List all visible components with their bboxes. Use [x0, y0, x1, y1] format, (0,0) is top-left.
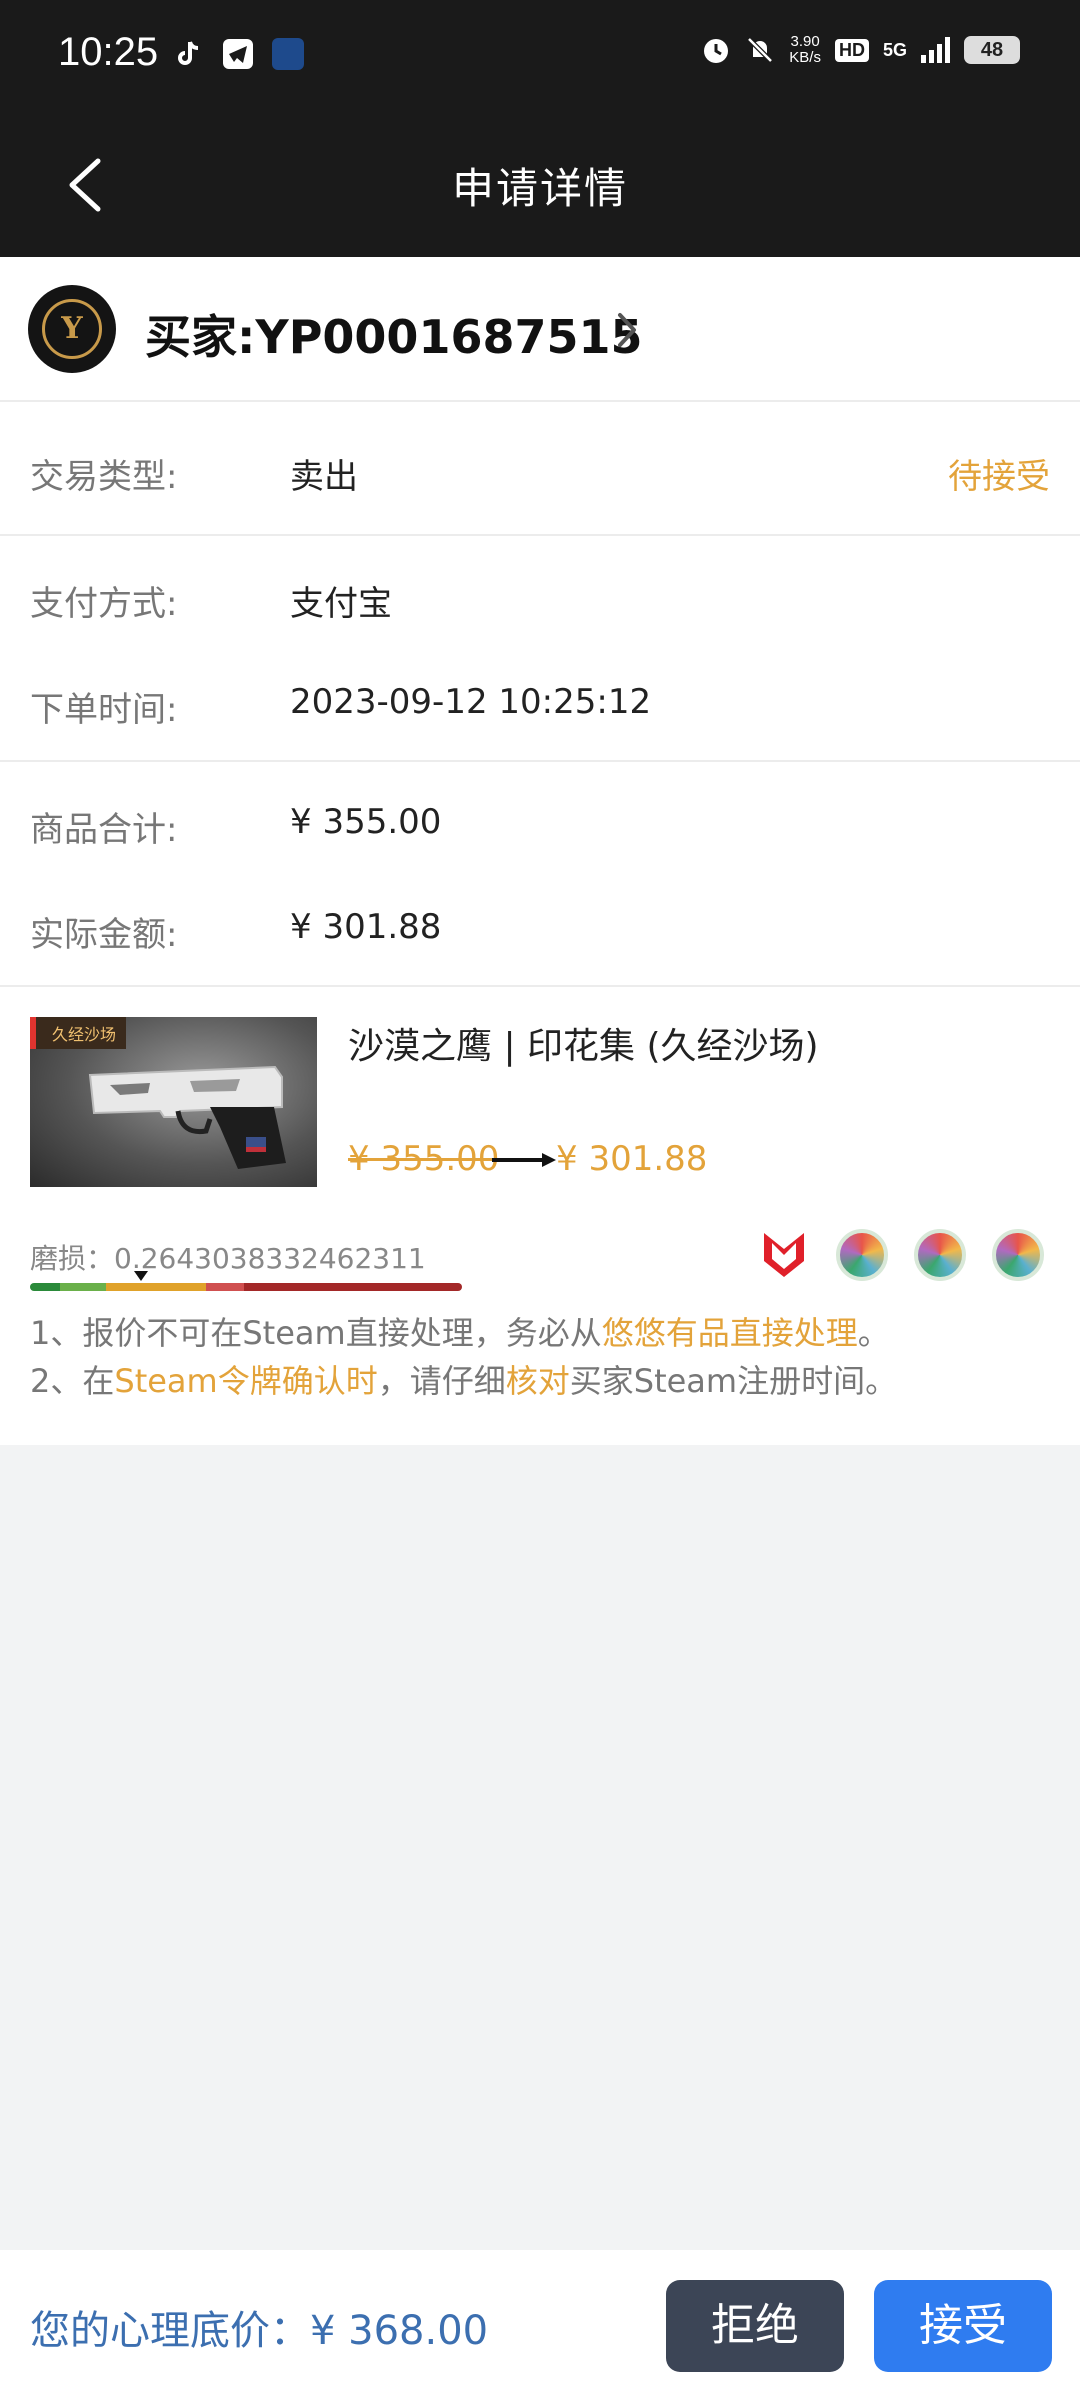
product-name: 沙漠之鹰 | 印花集 (久经沙场): [348, 1026, 819, 1067]
total-label: 商品合计:: [30, 810, 178, 850]
detail-content: Y 买家:YP0001687515 交易类型: 卖出 待接受 支付方式: 支付宝…: [0, 257, 1080, 1445]
net-speed: 3.90 KB/s: [789, 33, 821, 66]
total-row: 商品合计: ¥ 355.00: [0, 792, 1080, 852]
status-left-icons: [172, 38, 304, 70]
status-badge: 待接受: [948, 457, 1050, 497]
app-header: 申请详情: [0, 115, 1080, 257]
notice-text-part: 。: [857, 1314, 890, 1352]
floor-price[interactable]: 您的心理底价：¥ 368.00: [30, 2298, 488, 2356]
actual-amount-row: 实际金额: ¥ 301.88: [0, 897, 1080, 957]
offer-price: ¥ 301.88: [556, 1139, 708, 1179]
telegram-icon: [223, 39, 253, 69]
actual-amount-value: ¥ 301.88: [290, 907, 442, 947]
youpin-link[interactable]: 悠悠有品直接处理: [602, 1314, 858, 1352]
notice-text-part: 2、在: [30, 1362, 115, 1400]
product-card[interactable]: 久经沙场 沙漠之鹰 | 印花集 (久经沙场) ¥ 355.00 ¥ 301.88…: [0, 987, 1080, 1445]
wear-segment-bs: [244, 1283, 462, 1291]
trade-type-label: 交易类型:: [30, 457, 178, 497]
payment-method-row: 支付方式: 支付宝: [0, 566, 1080, 626]
wear-segment-ww: [206, 1283, 244, 1291]
order-time-row: 下单时间: 2023-09-12 10:25:12: [0, 672, 1080, 732]
status-time: 10:25: [58, 30, 159, 74]
wear-segment-mw: [60, 1283, 106, 1291]
status-bar: 10:25 3.90 KB/s HD 5G 48: [0, 0, 1080, 115]
buyer-id: 买家:YP0001687515: [145, 310, 643, 364]
payment-method-value: 支付宝: [290, 584, 392, 624]
wear-marker: [134, 1271, 148, 1281]
battery-icon: 48: [964, 36, 1020, 64]
sticker-capsule-icon[interactable]: [992, 1229, 1044, 1281]
sticker-list: [758, 1229, 1044, 1281]
page-title: 申请详情: [451, 164, 628, 213]
payment-method-label: 支付方式:: [30, 584, 178, 624]
wear-value: 磨损：0.2643038332462311: [30, 1242, 426, 1275]
order-time-label: 下单时间:: [30, 690, 178, 730]
actual-amount-label: 实际金额:: [30, 915, 178, 955]
wear-segment-fn: [30, 1283, 60, 1291]
china-daily-icon: [272, 38, 304, 70]
buyer-row[interactable]: Y 买家:YP0001687515: [0, 257, 1080, 402]
notice-line-1: 1、报价不可在Steam直接处理，务必从悠悠有品直接处理。: [30, 1309, 897, 1357]
product-image: 久经沙场: [30, 1017, 317, 1187]
notice-text-part: 买家Steam注册时间。: [569, 1362, 898, 1400]
mousesports-sticker-icon[interactable]: [758, 1229, 810, 1281]
order-time-value: 2023-09-12 10:25:12: [290, 682, 652, 722]
chevron-right-icon: [618, 313, 636, 347]
signal-icon: [921, 37, 950, 63]
amount-section: 商品合计: ¥ 355.00 实际金额: ¥ 301.88: [0, 762, 1080, 987]
notice-text-part: ，请仔细: [377, 1362, 506, 1400]
wear-bar: [30, 1283, 462, 1291]
desert-eagle-image: [88, 1065, 286, 1169]
sticker-capsule-icon[interactable]: [914, 1229, 966, 1281]
trade-type-value: 卖出: [290, 457, 358, 497]
reject-button[interactable]: 拒绝: [666, 2280, 844, 2372]
payment-section: 支付方式: 支付宝 下单时间: 2023-09-12 10:25:12: [0, 536, 1080, 762]
trade-type-row: 交易类型: 卖出 待接受: [0, 439, 1080, 499]
accept-button[interactable]: 接受: [874, 2280, 1052, 2372]
verify-link[interactable]: 核对: [506, 1362, 570, 1400]
mute-icon: [747, 37, 774, 63]
network-type: 5G: [882, 39, 907, 60]
original-price: ¥ 355.00: [348, 1139, 500, 1179]
sticker-capsule-icon[interactable]: [836, 1229, 888, 1281]
trade-type-section: 交易类型: 卖出 待接受: [0, 402, 1080, 536]
avatar: Y: [28, 285, 116, 373]
hd-badge: HD: [834, 38, 869, 62]
tiktok-icon: [178, 41, 199, 65]
total-value: ¥ 355.00: [290, 802, 442, 842]
notice-text-part: 1、报价不可在Steam直接处理，务必从: [30, 1314, 602, 1352]
arrow-right-icon: [492, 1153, 556, 1167]
steam-guard-link[interactable]: Steam令牌确认时: [114, 1362, 377, 1400]
avatar-logo: Y: [42, 299, 102, 359]
notice-text: 1、报价不可在Steam直接处理，务必从悠悠有品直接处理。 2、在Steam令牌…: [30, 1309, 897, 1405]
wear-segment-ft: [106, 1283, 206, 1291]
bottom-action-bar: 您的心理底价：¥ 368.00 拒绝 接受: [0, 2250, 1080, 2400]
status-right-icons: 3.90 KB/s HD 5G 48: [701, 34, 1020, 66]
notice-line-2: 2、在Steam令牌确认时，请仔细核对买家Steam注册时间。: [30, 1357, 897, 1405]
alarm-icon: [704, 39, 729, 63]
